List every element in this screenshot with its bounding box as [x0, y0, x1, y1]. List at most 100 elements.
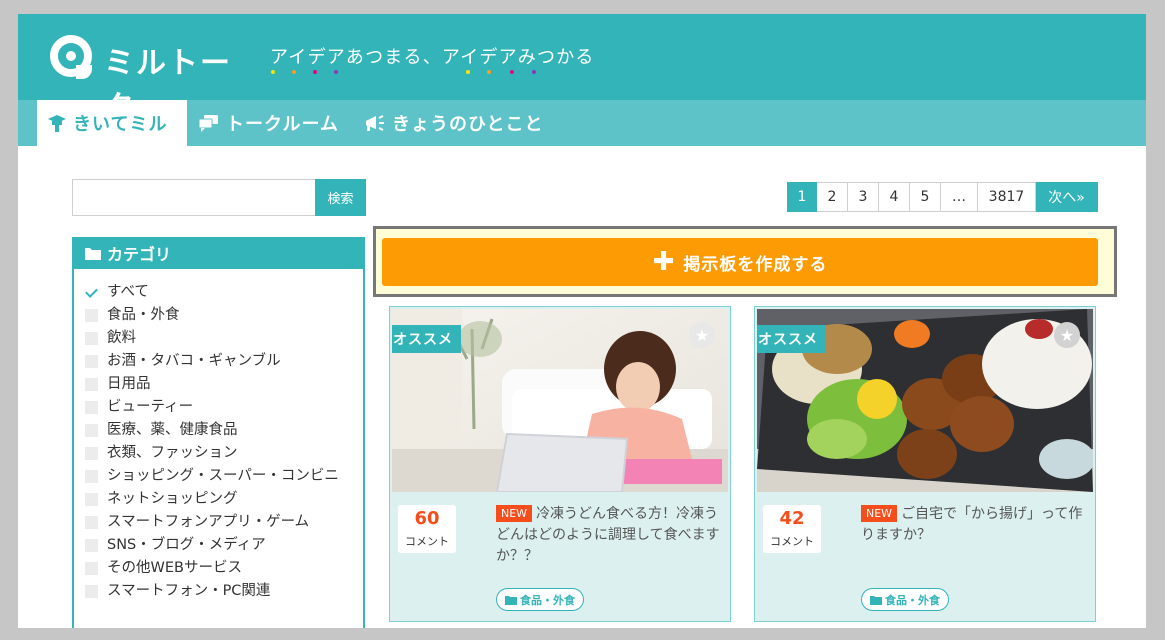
category-title: カテゴリ	[107, 245, 172, 264]
category-item[interactable]: ビューティー	[85, 396, 363, 419]
category-item-label: ネットショッピング	[107, 491, 238, 507]
tab-talkroom[interactable]: トークルーム	[198, 100, 352, 146]
pagination-page[interactable]: 4	[879, 182, 910, 212]
category-item-label: スマートフォンアプリ・ゲーム	[107, 514, 310, 530]
tab-label: トークルーム	[226, 114, 339, 135]
checkbox-icon[interactable]	[85, 516, 98, 529]
tab-kiitemiru[interactable]: きいてミル	[37, 100, 187, 146]
pagination-page[interactable]: 5	[910, 182, 941, 212]
main-nav: きいてミル トークルーム きょうのひとこと	[18, 100, 1146, 146]
pagination-ellipsis: …	[941, 182, 978, 212]
pagination: 1 2 3 4 5… 3817 次へ»	[787, 182, 1098, 212]
category-tag-label: 食品・外食	[520, 593, 575, 607]
comment-count-value: 42	[779, 508, 805, 529]
pagination-page[interactable]: 3817	[978, 182, 1036, 212]
category-tag[interactable]: 食品・外食	[861, 588, 949, 611]
folder-icon	[870, 595, 882, 605]
checkbox-icon[interactable]	[85, 470, 98, 483]
category-item[interactable]: ショッピング・スーパー・コンビニ	[85, 465, 363, 488]
card-title[interactable]: NEW 冷凍うどん食べる方！冷凍うどんはどのように調理して食べますか？？	[496, 504, 722, 567]
pagination-page[interactable]: 1	[787, 182, 817, 212]
pagination-page[interactable]: 2	[817, 182, 848, 212]
pagination-next-button[interactable]: 次へ»	[1036, 182, 1098, 212]
card-title[interactable]: NEW ご自宅で「から揚げ」って作りますか？	[861, 504, 1087, 546]
checkbox-icon[interactable]	[85, 562, 98, 575]
category-item-label: お酒・タバコ・ギャンブル	[107, 353, 281, 369]
recommend-badge: オススメ	[392, 325, 461, 353]
category-item[interactable]: 日用品	[85, 373, 363, 396]
mortarboard-icon	[48, 115, 66, 132]
category-item[interactable]: 食品・外食	[85, 304, 363, 327]
checkbox-icon[interactable]	[85, 355, 98, 368]
folder-icon	[85, 248, 101, 260]
megaphone-icon	[366, 115, 384, 131]
category-item[interactable]: ネットショッピング	[85, 488, 363, 511]
tab-label: きいてミル	[73, 114, 168, 135]
category-item-label: すべて	[107, 284, 149, 300]
category-item-label: 食品・外食	[107, 307, 180, 323]
checkbox-icon[interactable]	[85, 493, 98, 506]
card-image-woman-laptop[interactable]: オススメ ★	[392, 309, 728, 492]
comment-count-label: コメント	[405, 535, 449, 548]
site-logo[interactable]: ミルトーク	[48, 35, 244, 125]
category-panel: カテゴリ すべて食品・外食飲料お酒・タバコ・ギャンブル 日用品ビューティー医療、薬…	[72, 237, 365, 628]
category-item[interactable]: その他WEBサービス	[85, 557, 363, 580]
page: ミルトーク アイデアあつまる、アイデアみつかる きいてミル	[18, 14, 1146, 628]
checkbox-icon[interactable]	[85, 585, 98, 598]
category-item-label: 衣類、ファッション	[107, 445, 238, 461]
tab-kyounohitokoto[interactable]: きょうのひとこと	[364, 100, 550, 146]
create-board-label: 掲示板を作成する	[683, 254, 828, 275]
folder-icon	[505, 595, 517, 605]
recommend-badge: オススメ	[757, 325, 826, 353]
create-board-panel: ✚ 掲示板を作成する	[373, 226, 1117, 297]
category-item[interactable]: 医療、薬、健康食品	[85, 419, 363, 442]
new-badge: NEW	[496, 505, 533, 522]
checkbox-icon[interactable]	[85, 424, 98, 437]
favorite-star-icon[interactable]: ★	[689, 322, 715, 348]
checkbox-checked-icon[interactable]	[85, 286, 98, 299]
favorite-star-icon[interactable]: ★	[1054, 322, 1080, 348]
checkbox-icon[interactable]	[85, 447, 98, 460]
category-item-label: ショッピング・スーパー・コンビニ	[107, 468, 339, 484]
board-card[interactable]: オススメ ★ 42 コメント NEW ご自宅で「から揚げ」って作りますか？ 食品・…	[754, 306, 1096, 622]
category-item-label: 日用品	[107, 376, 151, 392]
category-item-label: 飲料	[107, 330, 136, 346]
category-item[interactable]: 衣類、ファッション	[85, 442, 363, 465]
checkbox-icon[interactable]	[85, 539, 98, 552]
category-item-label: ビューティー	[107, 399, 194, 415]
create-board-button[interactable]: ✚ 掲示板を作成する	[382, 238, 1098, 286]
category-item-label: 医療、薬、健康食品	[107, 422, 238, 438]
chat-bubbles-icon	[198, 115, 218, 132]
category-item[interactable]: 飲料	[85, 327, 363, 350]
category-item[interactable]: SNS・ブログ・メディア	[85, 534, 363, 557]
pagination-page[interactable]: 3	[848, 182, 879, 212]
comment-count-label: コメント	[770, 535, 814, 548]
checkbox-icon[interactable]	[85, 309, 98, 322]
comment-count: 42 コメント	[763, 505, 821, 553]
checkbox-icon[interactable]	[85, 401, 98, 414]
site-header: ミルトーク アイデアあつまる、アイデアみつかる	[18, 14, 1146, 125]
site-tagline: アイデアあつまる、アイデアみつかる	[270, 47, 595, 68]
category-item-label: その他WEBサービス	[107, 560, 242, 576]
checkbox-icon[interactable]	[85, 378, 98, 391]
search-button[interactable]: 検索	[315, 179, 366, 216]
category-header: カテゴリ	[74, 237, 363, 269]
category-item[interactable]: すべて	[85, 281, 363, 304]
category-item-label: スマートフォン・PC関連	[107, 583, 271, 599]
category-item[interactable]: スマートフォンアプリ・ゲーム	[85, 511, 363, 534]
plus-icon: ✚	[652, 247, 676, 277]
comment-count: 60 コメント	[398, 505, 456, 553]
checkbox-icon[interactable]	[85, 332, 98, 345]
category-tag-label: 食品・外食	[885, 593, 940, 607]
search-input[interactable]	[72, 179, 316, 216]
card-image-karaage-bento[interactable]: オススメ ★	[757, 309, 1093, 492]
category-item[interactable]: スマートフォン・PC関連	[85, 580, 363, 603]
category-tag[interactable]: 食品・外食	[496, 588, 584, 611]
comment-count-value: 60	[414, 508, 440, 529]
tab-label: きょうのひとこと	[392, 114, 544, 135]
category-list: すべて食品・外食飲料お酒・タバコ・ギャンブル 日用品ビューティー医療、薬、健康食品…	[74, 269, 363, 603]
category-item-label: SNS・ブログ・メディア	[107, 537, 266, 553]
category-item[interactable]: お酒・タバコ・ギャンブル	[85, 350, 363, 373]
new-badge: NEW	[861, 505, 898, 522]
board-card[interactable]: オススメ ★ 60 コメント NEW 冷凍うどん食べる方！冷凍うどんはどのように調…	[389, 306, 731, 622]
